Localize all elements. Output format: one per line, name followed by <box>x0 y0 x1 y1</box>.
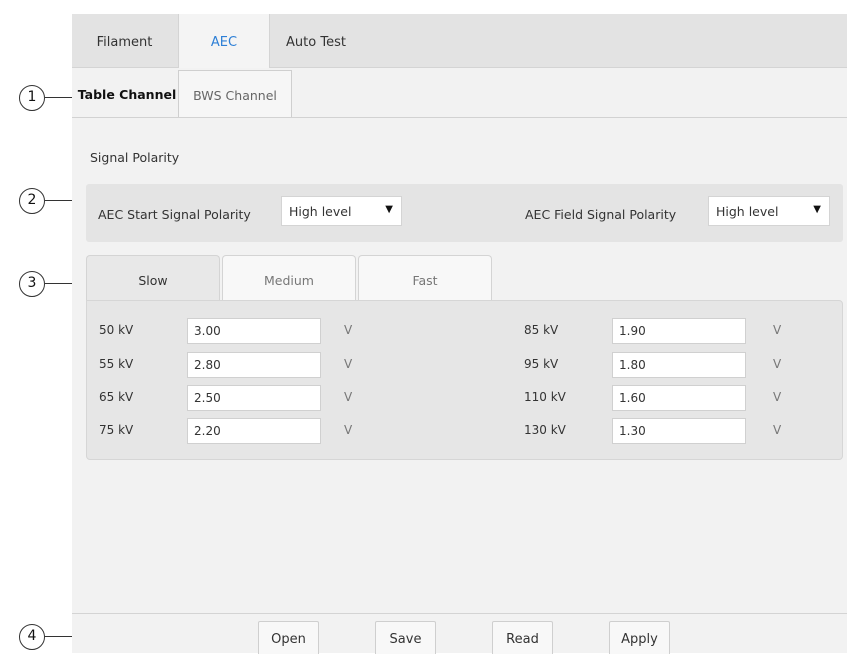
voltage-input[interactable] <box>612 418 746 444</box>
kv-row: 110 kV V <box>512 385 842 411</box>
kv-label: 130 kV <box>524 423 566 437</box>
voltage-input[interactable] <box>612 385 746 411</box>
unit-label: V <box>773 323 782 337</box>
save-button[interactable]: Save <box>375 621 436 654</box>
kv-row: 85 kV V <box>512 318 842 344</box>
tab-fast[interactable]: Fast <box>358 255 492 301</box>
tab-filament[interactable]: Filament <box>72 14 177 67</box>
action-bar: Open Save Read Apply <box>72 613 847 654</box>
voltage-input[interactable] <box>187 385 321 411</box>
callout-2: 2 <box>19 188 45 214</box>
unit-label: V <box>773 357 782 371</box>
kv-label: 95 kV <box>524 357 559 371</box>
voltage-input[interactable] <box>612 352 746 378</box>
tab-bws-channel[interactable]: BWS Channel <box>178 70 292 117</box>
read-button[interactable]: Read <box>492 621 553 654</box>
aec-field-signal-polarity-label: AEC Field Signal Polarity <box>525 207 677 222</box>
tab-auto-test[interactable]: Auto Test <box>270 14 362 67</box>
aec-start-signal-polarity-select[interactable]: High level ▼ <box>281 196 402 226</box>
kv-label: 110 kV <box>524 390 566 404</box>
callout-1: 1 <box>19 85 45 111</box>
kv-row: 50 kV V <box>87 318 457 344</box>
tab-aec[interactable]: AEC <box>178 14 270 68</box>
kv-label: 50 kV <box>99 323 134 337</box>
unit-label: V <box>773 423 782 437</box>
apply-button[interactable]: Apply <box>609 621 670 654</box>
voltage-input[interactable] <box>187 318 321 344</box>
aec-settings-window: Filament AEC Auto Test Table Channel BWS… <box>72 14 847 654</box>
kv-row: 75 kV V <box>87 418 457 444</box>
aec-field-signal-polarity-value: High level <box>716 204 779 219</box>
aec-start-signal-polarity-value: High level <box>289 204 352 219</box>
aec-field-signal-polarity-select[interactable]: High level ▼ <box>708 196 830 226</box>
kv-threshold-panel: 50 kV V 55 kV V 65 kV V 75 kV V 85 kV V … <box>86 300 843 460</box>
chevron-down-icon: ▼ <box>813 204 821 215</box>
aec-start-signal-polarity-label: AEC Start Signal Polarity <box>98 207 251 222</box>
unit-label: V <box>344 390 353 404</box>
unit-label: V <box>344 323 353 337</box>
kv-label: 85 kV <box>524 323 559 337</box>
kv-label: 75 kV <box>99 423 134 437</box>
callout-3: 3 <box>19 271 45 297</box>
unit-label: V <box>773 390 782 404</box>
kv-label: 55 kV <box>99 357 134 371</box>
kv-row: 130 kV V <box>512 418 842 444</box>
top-tab-bar: Filament AEC Auto Test <box>72 14 847 68</box>
kv-label: 65 kV <box>99 390 134 404</box>
voltage-input[interactable] <box>187 418 321 444</box>
voltage-input[interactable] <box>187 352 321 378</box>
kv-row: 55 kV V <box>87 352 457 378</box>
kv-row: 95 kV V <box>512 352 842 378</box>
channel-tab-bar: Table Channel BWS Channel <box>72 68 847 118</box>
tab-medium[interactable]: Medium <box>222 255 356 301</box>
open-button[interactable]: Open <box>258 621 319 654</box>
kv-row: 65 kV V <box>87 385 457 411</box>
voltage-input[interactable] <box>612 318 746 344</box>
signal-polarity-panel: AEC Start Signal Polarity High level ▼ A… <box>86 184 843 242</box>
unit-label: V <box>344 423 353 437</box>
unit-label: V <box>344 357 353 371</box>
callout-4: 4 <box>19 624 45 650</box>
tab-slow[interactable]: Slow <box>86 255 220 301</box>
signal-polarity-heading: Signal Polarity <box>90 150 180 165</box>
tab-table-channel[interactable]: Table Channel <box>76 70 178 116</box>
chevron-down-icon: ▼ <box>385 204 393 215</box>
